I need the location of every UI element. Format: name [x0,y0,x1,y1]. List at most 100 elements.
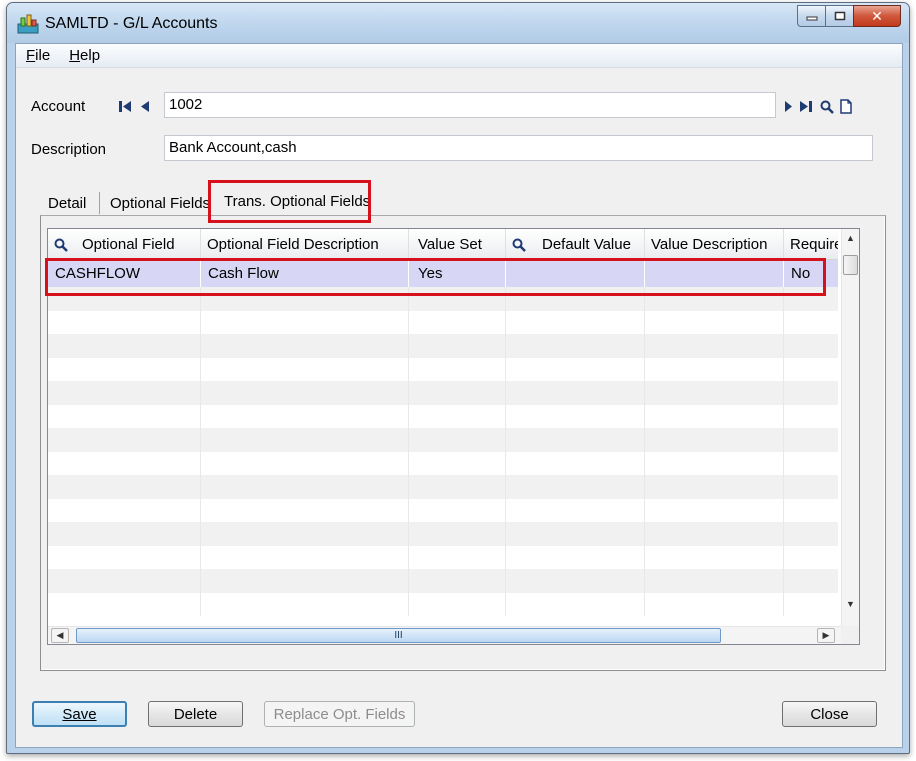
empty-cell[interactable] [201,428,409,452]
vertical-scrollbar[interactable]: ▲ ▼ [841,229,859,628]
empty-cell[interactable] [645,522,784,546]
cell-value-description[interactable] [645,260,784,287]
scroll-down-icon[interactable]: ▼ [846,599,855,609]
empty-cell[interactable] [506,569,645,593]
empty-cell[interactable] [506,404,645,428]
search-icon[interactable] [512,238,526,252]
empty-table-row[interactable] [48,404,838,429]
empty-cell[interactable] [506,498,645,522]
empty-table-row[interactable] [48,569,838,593]
empty-cell[interactable] [645,357,784,381]
cell-required[interactable]: No [784,260,838,287]
next-record-icon[interactable] [784,100,793,117]
optional-fields-grid[interactable]: Optional Field Optional Field Descriptio… [47,228,860,645]
empty-cell[interactable] [645,475,784,499]
menu-help[interactable]: Help [59,47,109,64]
empty-cell[interactable] [506,428,645,452]
empty-table-row[interactable] [48,522,838,546]
empty-cell[interactable] [201,522,409,546]
empty-cell[interactable] [784,452,838,476]
column-header-value-description[interactable]: Value Description [645,229,784,260]
empty-cell[interactable] [201,287,409,311]
scroll-left-icon[interactable]: ◀ [51,628,69,643]
first-record-icon[interactable] [118,100,134,117]
cell-value-set[interactable]: Yes [409,260,506,287]
close-button[interactable]: Close [782,701,877,727]
description-input[interactable]: Bank Account,cash [164,135,873,161]
empty-cell[interactable] [409,522,506,546]
empty-cell[interactable] [409,357,506,381]
empty-cell[interactable] [48,451,201,475]
empty-cell[interactable] [506,381,645,405]
empty-cell[interactable] [201,381,409,405]
empty-cell[interactable] [409,545,506,569]
account-input[interactable]: 1002 [164,92,776,118]
empty-cell[interactable] [409,592,506,616]
horizontal-scroll-thumb[interactable]: III [76,628,721,643]
empty-cell[interactable] [784,334,838,358]
empty-cell[interactable] [201,545,409,569]
scroll-up-icon[interactable]: ▲ [846,233,855,243]
empty-cell[interactable] [645,428,784,452]
empty-table-row[interactable] [48,334,838,358]
empty-cell[interactable] [784,311,838,335]
cell-description[interactable]: Cash Flow [201,260,409,287]
empty-cell[interactable] [645,451,784,475]
empty-cell[interactable] [645,498,784,522]
empty-cell[interactable] [409,428,506,452]
empty-cell[interactable] [409,569,506,593]
empty-cell[interactable] [409,310,506,334]
empty-cell[interactable] [48,498,201,522]
empty-cell[interactable] [48,545,201,569]
empty-cell[interactable] [645,287,784,311]
empty-cell[interactable] [784,287,838,311]
empty-cell[interactable] [409,334,506,358]
empty-cell[interactable] [506,287,645,311]
empty-cell[interactable] [201,451,409,475]
maximize-button[interactable] [825,5,853,27]
empty-cell[interactable] [48,522,201,546]
empty-cell[interactable] [48,428,201,452]
empty-cell[interactable] [409,287,506,311]
empty-table-row[interactable] [48,451,838,476]
empty-cell[interactable] [48,287,201,311]
empty-cell[interactable] [201,357,409,381]
last-record-icon[interactable] [799,100,814,117]
empty-cell[interactable] [48,569,201,593]
empty-cell[interactable] [48,334,201,358]
empty-table-row[interactable] [48,592,838,617]
close-window-button[interactable]: ✕ [853,5,901,27]
empty-cell[interactable] [645,310,784,334]
empty-cell[interactable] [201,569,409,593]
empty-cell[interactable] [784,546,838,570]
empty-cell[interactable] [506,310,645,334]
empty-cell[interactable] [645,334,784,358]
empty-cell[interactable] [645,404,784,428]
column-header-optional-field[interactable]: Optional Field [48,229,201,260]
empty-cell[interactable] [784,569,838,593]
table-row[interactable]: CASHFLOW Cash Flow Yes No [48,260,838,287]
cell-optional-field[interactable]: CASHFLOW [48,260,201,287]
cell-default-value[interactable] [506,260,645,287]
empty-cell[interactable] [48,357,201,381]
empty-cell[interactable] [784,405,838,429]
empty-cell[interactable] [506,451,645,475]
empty-cell[interactable] [645,381,784,405]
previous-record-icon[interactable] [140,100,150,117]
empty-cell[interactable] [201,592,409,616]
horizontal-scrollbar[interactable]: ◀ III ▶ [48,626,843,644]
empty-table-row[interactable] [48,498,838,522]
empty-cell[interactable] [201,404,409,428]
empty-cell[interactable] [409,381,506,405]
empty-cell[interactable] [784,475,838,499]
empty-cell[interactable] [48,381,201,405]
empty-cell[interactable] [201,334,409,358]
empty-cell[interactable] [48,475,201,499]
empty-cell[interactable] [645,592,784,616]
empty-cell[interactable] [784,593,838,617]
save-button[interactable]: Save [32,701,127,727]
empty-table-row[interactable] [48,428,838,452]
tab-trans-optional-fields[interactable]: Trans. Optional Fields [218,190,377,216]
column-header-description[interactable]: Optional Field Description [201,229,409,260]
empty-cell[interactable] [201,310,409,334]
